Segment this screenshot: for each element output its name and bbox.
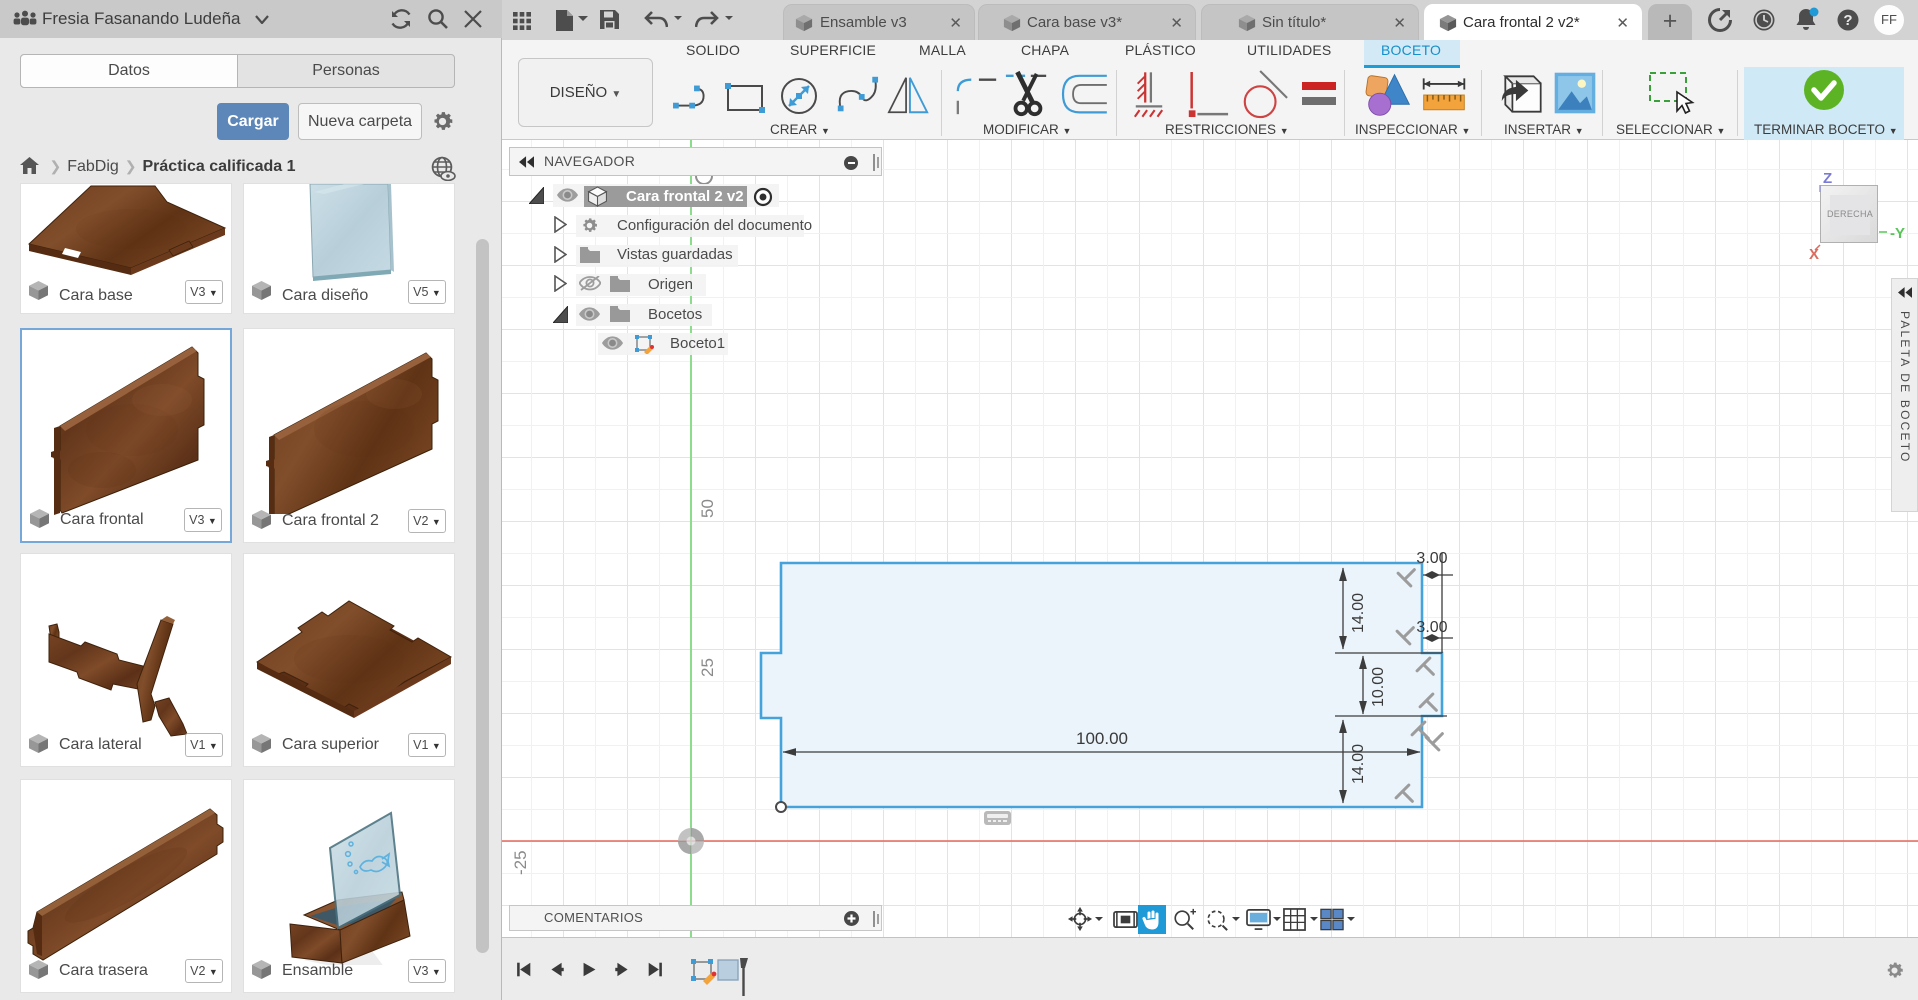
svg-text:100.00: 100.00 [1076, 729, 1128, 748]
svg-text:25: 25 [698, 658, 717, 677]
svg-text:10.00: 10.00 [1370, 667, 1387, 707]
svg-text:Z: Z [1823, 170, 1832, 187]
svg-text:50: 50 [698, 499, 717, 518]
svg-text:14.00: 14.00 [1350, 744, 1367, 784]
svg-text:X: X [1809, 246, 1819, 263]
svg-text:-25: -25 [511, 850, 530, 875]
svg-text:-Y: -Y [1890, 225, 1905, 242]
svg-text:3.00: 3.00 [1416, 619, 1447, 636]
svg-text:?: ? [1843, 12, 1852, 29]
svg-text:14.00: 14.00 [1350, 593, 1367, 633]
svg-text:3.00: 3.00 [1416, 550, 1447, 567]
